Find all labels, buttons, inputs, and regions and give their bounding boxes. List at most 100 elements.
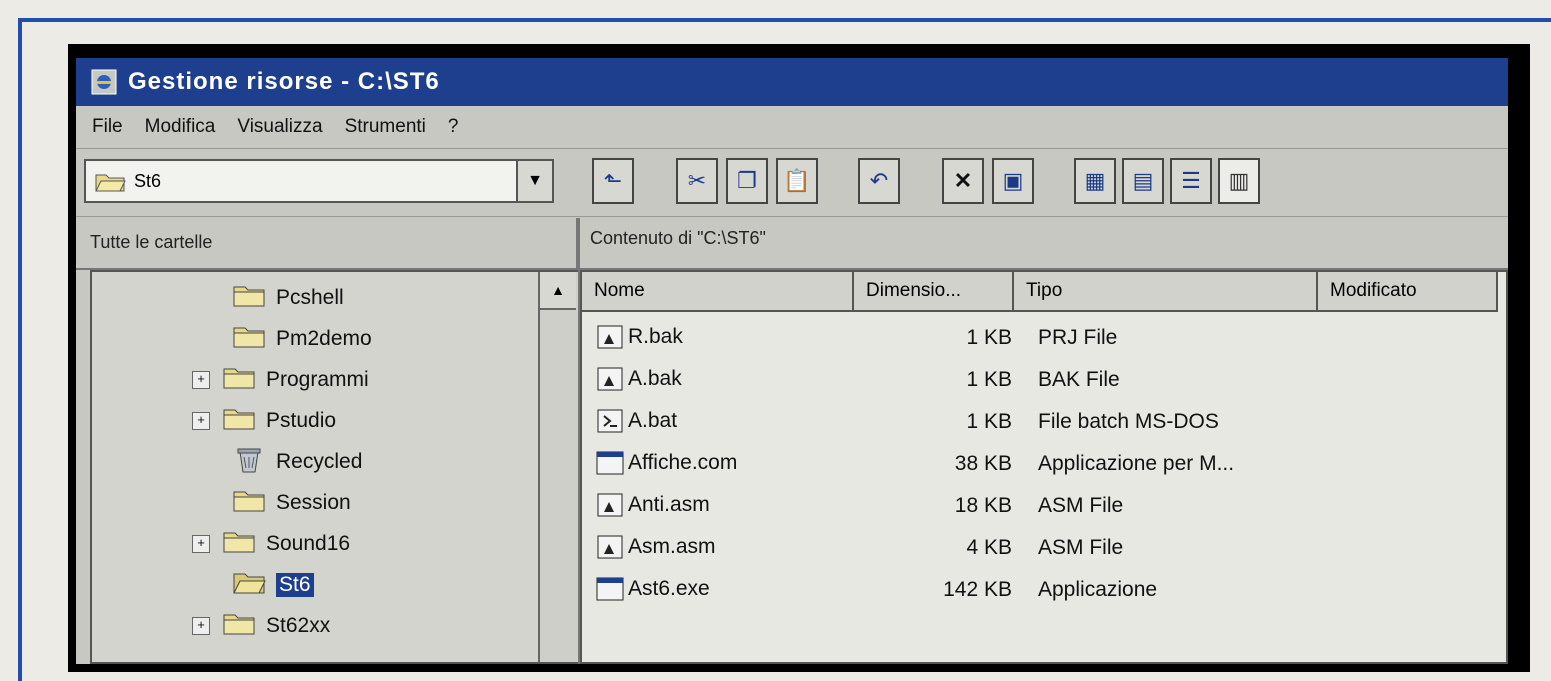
open-folder-icon xyxy=(94,169,126,198)
document-icon xyxy=(596,366,624,392)
title-bar[interactable]: Gestione risorse - C:\ST6 xyxy=(76,58,1508,106)
undo-icon: ↶ xyxy=(869,168,889,193)
open-folder-icon xyxy=(232,568,266,602)
tree-item[interactable]: Recycled xyxy=(232,442,362,482)
file-type: ASM File xyxy=(1038,494,1124,517)
file-size: 1 KB xyxy=(966,368,1012,391)
small-icons-icon: ▤ xyxy=(1132,168,1154,193)
file-type: Applicazione xyxy=(1038,578,1158,601)
paste-button[interactable]: 📋 xyxy=(776,158,818,204)
column-header-type[interactable]: Tipo xyxy=(1014,272,1318,312)
file-size: 1 KB xyxy=(966,410,1012,433)
menu-modifica[interactable]: Modifica xyxy=(145,116,216,138)
explorer-window: Gestione risorse - C:\ST6 File Modifica … xyxy=(68,44,1530,672)
large-icons-icon: ▦ xyxy=(1084,168,1106,193)
file-name-cell: Anti.asm xyxy=(596,492,710,518)
document-icon xyxy=(596,534,624,560)
details-view-icon: ▥ xyxy=(1228,168,1250,193)
tree-item-label: Pstudio xyxy=(266,409,337,432)
tree-item-label: Sound16 xyxy=(266,532,351,555)
file-name-cell: A.bak xyxy=(596,366,682,392)
file-row[interactable]: Asm.asm 4 KB ASM File xyxy=(582,528,1506,570)
recycle-bin-icon xyxy=(232,444,266,480)
batch-file-icon xyxy=(596,408,624,434)
blue-rule-top xyxy=(18,18,1551,22)
file-size: 38 KB xyxy=(954,452,1012,475)
page-frame: Gestione risorse - C:\ST6 File Modifica … xyxy=(0,0,1551,681)
file-size: 142 KB xyxy=(943,578,1012,601)
address-combo[interactable]: St6 ▼ xyxy=(84,159,554,203)
file-row[interactable]: A.bat 1 KB File batch MS-DOS xyxy=(582,402,1506,444)
folder-icon xyxy=(232,486,266,520)
delete-button[interactable]: ✕ xyxy=(942,158,984,204)
expand-plus-icon[interactable]: + xyxy=(192,617,210,635)
file-row[interactable]: Affiche.com 38 KB Applicazione per M... xyxy=(582,444,1506,486)
expand-plus-icon[interactable]: + xyxy=(192,535,210,553)
file-type: PRJ File xyxy=(1038,326,1118,349)
menu-help[interactable]: ? xyxy=(448,116,459,138)
column-header-modified[interactable]: Modificato xyxy=(1318,272,1498,312)
folder-icon xyxy=(232,322,266,356)
copy-icon: ❐ xyxy=(737,168,757,193)
file-size: 1 KB xyxy=(966,326,1012,349)
tree-item[interactable]: Pm2demo xyxy=(232,319,372,359)
menu-visualizza[interactable]: Visualizza xyxy=(237,116,322,138)
list-view-icon: ☰ xyxy=(1181,168,1201,193)
large-icons-button[interactable]: ▦ xyxy=(1074,158,1116,204)
tree-item-label: Session xyxy=(276,491,351,514)
copy-button[interactable]: ❐ xyxy=(726,158,768,204)
tree-item-label: St62xx xyxy=(266,614,331,637)
file-row[interactable]: Anti.asm 18 KB ASM File xyxy=(582,486,1506,528)
file-size: 4 KB xyxy=(966,536,1012,559)
tree-item-label: Pcshell xyxy=(276,286,344,309)
file-name-cell: A.bat xyxy=(596,408,677,434)
file-type: Applicazione per M... xyxy=(1038,452,1235,475)
application-icon xyxy=(596,576,624,602)
file-name-cell: Affiche.com xyxy=(596,450,737,476)
tree-item[interactable]: + Pstudio xyxy=(192,401,336,441)
chevron-down-icon[interactable]: ▼ xyxy=(516,161,552,201)
document-icon xyxy=(596,324,624,350)
menu-strumenti[interactable]: Strumenti xyxy=(345,116,426,138)
tree-item[interactable]: Pcshell xyxy=(232,278,344,318)
file-row[interactable]: Ast6.exe 142 KB Applicazione xyxy=(582,570,1506,612)
list-view-button[interactable]: ☰ xyxy=(1170,158,1212,204)
explorer-app-icon xyxy=(90,68,118,96)
file-row[interactable]: A.bak 1 KB BAK File xyxy=(582,360,1506,402)
file-name-cell: Asm.asm xyxy=(596,534,716,560)
tree-scrollbar[interactable]: ▲ xyxy=(538,272,578,662)
file-name: Anti.asm xyxy=(628,493,710,516)
undo-button[interactable]: ↶ xyxy=(858,158,900,204)
address-value: St6 xyxy=(134,170,162,191)
tree-item[interactable]: + St62xx xyxy=(192,606,330,646)
column-header-name[interactable]: Nome xyxy=(582,272,854,312)
folders-pane-header: Tutte le cartelle xyxy=(90,232,213,252)
tree-item[interactable]: Session xyxy=(232,483,351,523)
tree-item[interactable]: St6 xyxy=(232,565,314,605)
file-name: R.bak xyxy=(628,325,683,348)
pane-headers: Tutte le cartelle Contenuto di "C:\ST6" xyxy=(76,218,1508,270)
scroll-up-arrow-icon[interactable]: ▲ xyxy=(540,272,576,310)
properties-icon: ▣ xyxy=(1002,168,1024,193)
expand-plus-icon[interactable]: + xyxy=(192,412,210,430)
file-row[interactable]: R.bak 1 KB PRJ File xyxy=(582,318,1506,360)
expand-plus-icon[interactable]: + xyxy=(192,371,210,389)
file-name: A.bak xyxy=(628,367,682,390)
up-folder-icon: ⬑ xyxy=(603,168,623,193)
tree-item-label: St6 xyxy=(276,573,314,597)
up-folder-button[interactable]: ⬑ xyxy=(592,158,634,204)
cut-button[interactable]: ✂ xyxy=(676,158,718,204)
tree-item[interactable]: + Programmi xyxy=(192,360,369,400)
file-name: Affiche.com xyxy=(628,451,738,474)
details-view-button[interactable]: ▥ xyxy=(1218,158,1260,204)
folder-icon xyxy=(222,609,256,643)
column-header-size[interactable]: Dimensio... xyxy=(854,272,1014,312)
properties-button[interactable]: ▣ xyxy=(992,158,1034,204)
file-type: BAK File xyxy=(1038,368,1120,391)
file-type: ASM File xyxy=(1038,536,1124,559)
tree-item-label: Pm2demo xyxy=(276,327,372,350)
menu-file[interactable]: File xyxy=(92,116,123,138)
small-icons-button[interactable]: ▤ xyxy=(1122,158,1164,204)
folder-icon xyxy=(232,281,266,315)
tree-item[interactable]: + Sound16 xyxy=(192,524,350,564)
